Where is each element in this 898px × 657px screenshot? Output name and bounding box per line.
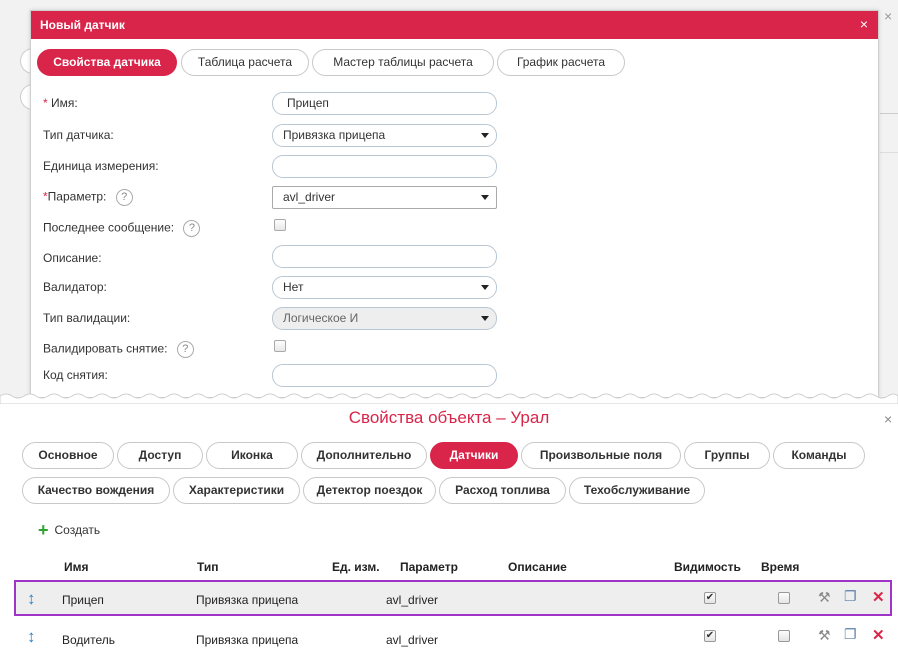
torn-edge	[0, 393, 898, 404]
validation-type-select[interactable]: Логическое И	[272, 307, 497, 330]
unit-label: Единица измерения:	[43, 159, 159, 173]
help-icon[interactable]: ?	[176, 341, 194, 358]
column-header-parameter[interactable]: Параметр	[400, 560, 458, 574]
wrench-icon[interactable]: ⚒	[818, 627, 831, 644]
row-parameter: avl_driver	[386, 633, 439, 647]
row-name: Прицеп	[62, 593, 104, 607]
wrench-icon[interactable]: ⚒	[818, 589, 831, 606]
sensor-type-select[interactable]: Привязка прицепа	[272, 124, 497, 147]
parameter-select[interactable]: avl_driver	[272, 186, 497, 209]
dialog-header: Новый датчик ×	[31, 11, 878, 39]
tab-calc-table[interactable]: Таблица расчета	[181, 49, 309, 76]
close-icon[interactable]: ×	[884, 411, 892, 427]
description-label: Описание:	[43, 251, 102, 265]
last-message-checkbox[interactable]	[274, 219, 286, 231]
tab-main[interactable]: Основное	[22, 442, 114, 469]
validator-value: Нет	[283, 280, 304, 294]
name-label: * Имя:	[43, 96, 78, 110]
name-field[interactable]: Прицеп	[272, 92, 497, 115]
table-row[interactable]: ↕ Водитель Привязка прицепа avl_driver ✔…	[14, 620, 892, 656]
tab-driving-quality[interactable]: Качество вождения	[22, 477, 170, 504]
unbind-code-label: Код снятия:	[43, 368, 108, 382]
visibility-checkbox[interactable]: ✔	[704, 630, 716, 642]
parameter-label: *Параметр: ?	[43, 189, 133, 206]
validate-unbind-label: Валидировать снятие: ?	[43, 341, 194, 358]
tab-access[interactable]: Доступ	[117, 442, 203, 469]
delete-icon[interactable]: ✕	[872, 626, 885, 644]
validator-select[interactable]: Нет	[272, 276, 497, 299]
unit-field[interactable]	[272, 155, 497, 178]
delete-icon[interactable]: ✕	[872, 588, 885, 606]
tab-calc-table-wizard[interactable]: Мастер таблицы расчета	[312, 49, 494, 76]
divider	[880, 113, 898, 114]
required-marker: *	[43, 96, 48, 110]
dialog-title: Новый датчик	[40, 18, 125, 32]
tab-icon[interactable]: Иконка	[206, 442, 298, 469]
tab-custom-fields[interactable]: Произвольные поля	[521, 442, 681, 469]
time-checkbox[interactable]	[778, 630, 790, 642]
help-icon[interactable]: ?	[115, 189, 133, 206]
column-header-type[interactable]: Тип	[197, 560, 219, 574]
drag-handle-icon[interactable]: ↕	[27, 627, 36, 647]
divider	[880, 152, 898, 153]
create-label: Создать	[54, 523, 101, 537]
copy-icon[interactable]: ❐	[844, 588, 857, 605]
time-checkbox[interactable]	[778, 592, 790, 604]
sensor-type-label: Тип датчика:	[43, 128, 114, 142]
help-icon[interactable]: ?	[183, 220, 201, 237]
tab-characteristics[interactable]: Характеристики	[173, 477, 300, 504]
column-header-description[interactable]: Описание	[508, 560, 567, 574]
column-header-time[interactable]: Время	[761, 560, 799, 574]
tab-sensor-properties[interactable]: Свойства датчика	[37, 49, 177, 76]
tab-maintenance[interactable]: Техобслуживание	[569, 477, 705, 504]
background-close-icon[interactable]: ×	[884, 8, 892, 24]
create-button[interactable]: + Создать	[38, 520, 100, 541]
row-parameter: avl_driver	[386, 593, 439, 607]
tab-groups[interactable]: Группы	[684, 442, 770, 469]
tab-sensors[interactable]: Датчики	[430, 442, 518, 469]
chevron-down-icon	[481, 195, 489, 200]
validate-unbind-checkbox[interactable]	[274, 340, 286, 352]
tab-advanced[interactable]: Дополнительно	[301, 442, 427, 469]
last-message-label: Последнее сообщение: ?	[43, 220, 201, 237]
validation-type-value: Логическое И	[283, 311, 359, 325]
tab-trip-detector[interactable]: Детектор поездок	[303, 477, 436, 504]
column-header-name[interactable]: Имя	[64, 560, 89, 574]
plus-icon: +	[38, 520, 49, 540]
close-icon[interactable]: ×	[860, 16, 868, 32]
tab-commands[interactable]: Команды	[773, 442, 865, 469]
validate-unbind-label-text: Валидировать снятие:	[43, 341, 168, 356]
sensor-type-value: Привязка прицепа	[283, 128, 386, 142]
validation-type-label: Тип валидации:	[43, 311, 131, 325]
row-name: Водитель	[62, 633, 116, 647]
chevron-down-icon	[481, 133, 489, 138]
new-sensor-dialog: Новый датчик × Свойства датчика Таблица …	[30, 10, 879, 398]
last-message-label-text: Последнее сообщение:	[43, 220, 175, 235]
name-label-text: Имя:	[51, 96, 78, 110]
column-header-unit[interactable]: Ед. изм.	[332, 560, 380, 574]
column-header-visibility[interactable]: Видимость	[674, 560, 741, 574]
visibility-checkbox[interactable]: ✔	[704, 592, 716, 604]
drag-handle-icon[interactable]: ↕	[27, 589, 36, 609]
chevron-down-icon	[481, 316, 489, 321]
table-row[interactable]: ↕ Прицеп Привязка прицепа avl_driver ✔ ⚒…	[14, 580, 892, 616]
row-type: Привязка прицепа	[196, 633, 299, 647]
row-type: Привязка прицепа	[196, 593, 299, 607]
copy-icon[interactable]: ❐	[844, 626, 857, 643]
validator-label: Валидатор:	[43, 280, 107, 294]
tab-fuel-consumption[interactable]: Расход топлива	[439, 477, 566, 504]
description-field[interactable]	[272, 245, 497, 268]
tab-calc-chart[interactable]: График расчета	[497, 49, 625, 76]
object-dialog-title: Свойства объекта – Урал	[348, 408, 550, 427]
parameter-value: avl_driver	[283, 190, 336, 204]
unbind-code-field[interactable]	[272, 364, 497, 387]
chevron-down-icon	[481, 285, 489, 290]
parameter-label-text: Параметр:	[47, 189, 107, 204]
